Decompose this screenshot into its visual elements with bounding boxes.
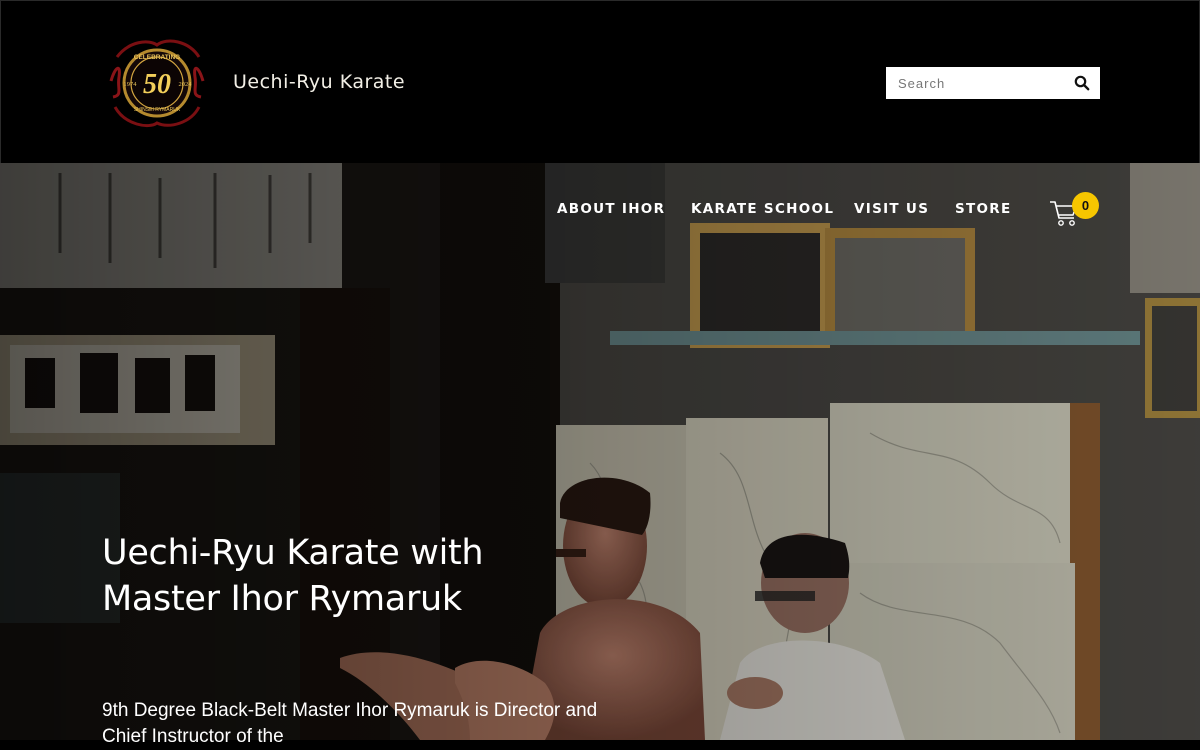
search-icon[interactable]	[1074, 75, 1090, 91]
hero-title-line-1: Uechi-Ryu Karate with	[102, 533, 484, 573]
svg-text:2024: 2024	[179, 81, 193, 88]
nav-item-store[interactable]: STORE	[955, 201, 1012, 217]
hero-title: Uechi-Ryu Karate with Master Ihor Rymaru…	[102, 530, 522, 622]
search-input[interactable]	[886, 67, 1064, 99]
svg-text:SHINSEI RYMARUK: SHINSEI RYMARUK	[134, 107, 181, 113]
site-title[interactable]: Uechi-Ryu Karate	[233, 71, 405, 93]
nav-item-karate-school[interactable]: KARATE SCHOOL	[691, 201, 834, 217]
cart-button[interactable]: 0	[1048, 192, 1102, 228]
anniversary-seal-logo: CELEBRATING 1974 50 2024 SHINSEI RYMARUK	[109, 39, 205, 128]
cart-count-badge: 0	[1072, 192, 1099, 219]
hero-title-line-2: Master Ihor Rymaruk	[102, 579, 462, 619]
hero-description: 9th Degree Black-Belt Master Ihor Rymaru…	[102, 700, 598, 747]
search-form	[886, 67, 1100, 99]
site-header: CELEBRATING 1974 50 2024 SHINSEI RYMARUK…	[0, 0, 1200, 163]
site-logo[interactable]: CELEBRATING 1974 50 2024 SHINSEI RYMARUK	[109, 37, 205, 129]
svg-text:1974: 1974	[124, 81, 138, 88]
svg-text:50: 50	[143, 69, 171, 100]
svg-text:CELEBRATING: CELEBRATING	[134, 54, 180, 61]
nav-item-visit-us[interactable]: VISIT US	[854, 201, 929, 217]
hero-background-image	[0, 163, 1200, 740]
nav-item-about-ihor[interactable]: ABOUT IHOR	[557, 201, 665, 217]
hero-section	[0, 163, 1200, 740]
